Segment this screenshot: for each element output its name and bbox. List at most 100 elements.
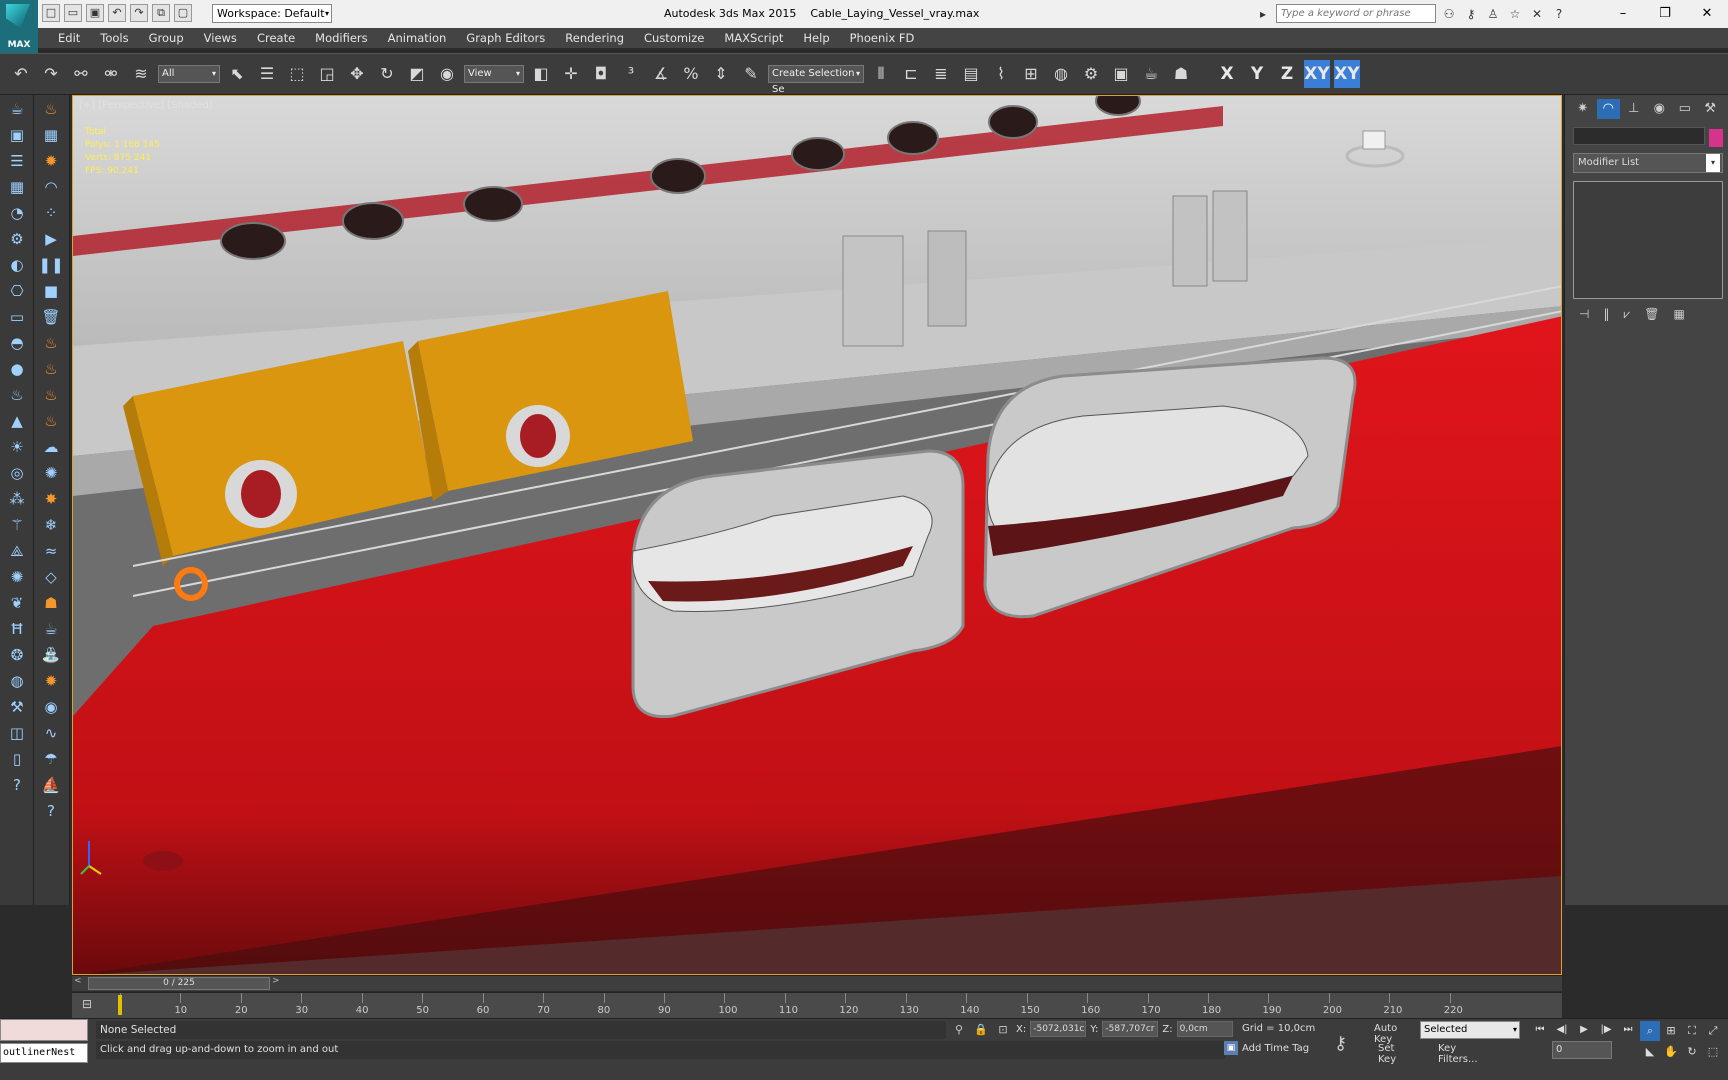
- hierarchy-tab-icon[interactable]: ⊥: [1622, 99, 1646, 119]
- cup-icon[interactable]: ☕: [37, 617, 65, 641]
- previous-frame-icon[interactable]: ◀|: [1552, 1021, 1572, 1039]
- screen-icon[interactable]: ◫: [3, 721, 31, 745]
- globe-icon[interactable]: ◍: [3, 669, 31, 693]
- fountain-icon[interactable]: ⛲: [37, 643, 65, 667]
- smoke-icon[interactable]: ☁: [37, 435, 65, 459]
- bind-spacewarp-icon[interactable]: ≋: [128, 59, 154, 89]
- remove-modifier-icon[interactable]: 🗑: [1644, 307, 1659, 322]
- track-bar-ruler[interactable]: 10 20 30 40 50 60 70 80 90 100 110 120 130 140 150 160 1…: [112, 993, 1512, 1019]
- axis-xy-cycle-button[interactable]: XY: [1334, 60, 1360, 88]
- key-filters-button[interactable]: Key Filters...: [1438, 1043, 1478, 1065]
- set-key-button[interactable]: Set Key: [1378, 1043, 1396, 1065]
- particles-icon[interactable]: ⁂: [3, 487, 31, 511]
- select-object-icon[interactable]: ⬉: [224, 59, 250, 89]
- menu-help[interactable]: Help: [793, 31, 839, 45]
- viewport-label[interactable]: [+] [Perspective] [Shaded]: [79, 100, 213, 111]
- beer-icon[interactable]: ☗: [37, 591, 65, 615]
- tools-icon[interactable]: ⚒: [3, 695, 31, 719]
- utilities-tab-icon[interactable]: ⚒: [1699, 99, 1723, 119]
- orbit-icon[interactable]: ↻: [1682, 1042, 1702, 1062]
- grid-icon[interactable]: ▦: [3, 175, 31, 199]
- workspace-dropdown[interactable]: Workspace: Default ▾: [212, 4, 332, 23]
- hf-icon[interactable]: Ħ: [3, 617, 31, 641]
- zoom-extents-all-icon[interactable]: ⤢: [1703, 1021, 1723, 1041]
- menu-rendering[interactable]: Rendering: [555, 31, 634, 45]
- list-icon[interactable]: ☰: [3, 149, 31, 173]
- snap-toggle-icon[interactable]: ³: [618, 59, 644, 89]
- redo-icon[interactable]: ↷: [38, 59, 64, 89]
- help-icon[interactable]: ?: [1550, 5, 1568, 23]
- modifier-stack[interactable]: [1573, 181, 1723, 299]
- place-icon[interactable]: ◉: [434, 59, 460, 89]
- keyboard-shortcut-icon[interactable]: ◘: [588, 59, 614, 89]
- monitor-icon[interactable]: ▭: [3, 305, 31, 329]
- zoom-icon[interactable]: ⌕: [1640, 1021, 1660, 1041]
- red-fire-icon[interactable]: ✹: [37, 669, 65, 693]
- make-unique-icon[interactable]: ⩗: [1623, 307, 1630, 322]
- rect-selection-icon[interactable]: ⬚: [284, 59, 310, 89]
- auto-key-button[interactable]: Auto Key: [1374, 1023, 1397, 1045]
- render-setup-icon[interactable]: ⚙: [1078, 59, 1104, 89]
- select-manipulate-icon[interactable]: ✛: [558, 59, 584, 89]
- axis-y-button[interactable]: Y: [1244, 60, 1270, 88]
- binoculars-icon[interactable]: ⚇: [1440, 5, 1458, 23]
- menu-phoenix-fd[interactable]: Phoenix FD: [840, 31, 925, 45]
- rotate-icon[interactable]: ↻: [374, 59, 400, 89]
- shading-icon[interactable]: ◐: [3, 253, 31, 277]
- configure-sets-icon[interactable]: ▦: [1673, 307, 1684, 322]
- trash-icon[interactable]: 🗑: [37, 305, 65, 329]
- gear-icon[interactable]: ⚙: [3, 227, 31, 251]
- fov-icon[interactable]: ◣: [1640, 1042, 1660, 1062]
- stop-icon[interactable]: ■: [37, 279, 65, 303]
- restore-icon[interactable]: ❐: [1644, 0, 1686, 28]
- flame-2-icon[interactable]: ♨: [37, 357, 65, 381]
- go-to-start-icon[interactable]: ⏮: [1530, 1021, 1550, 1039]
- material-editor-icon[interactable]: ◍: [1048, 59, 1074, 89]
- absolute-mode-icon[interactable]: ⊡: [994, 1023, 1012, 1036]
- drain-icon[interactable]: ◉: [37, 695, 65, 719]
- motion-tab-icon[interactable]: ◉: [1648, 99, 1672, 119]
- minimize-icon[interactable]: –: [1602, 0, 1644, 28]
- wave-icon[interactable]: ∿: [37, 721, 65, 745]
- menu-create[interactable]: Create: [247, 31, 305, 45]
- menu-edit[interactable]: Edit: [48, 31, 90, 45]
- current-frame-marker[interactable]: [118, 995, 122, 1015]
- disc-icon[interactable]: ◎: [3, 461, 31, 485]
- app-logo[interactable]: MAX: [0, 0, 38, 53]
- splash-icon[interactable]: ❄: [37, 513, 65, 537]
- add-time-tag[interactable]: ▣ Add Time Tag: [1224, 1041, 1309, 1055]
- wand-icon[interactable]: ⚚: [3, 513, 31, 537]
- object-color-swatch[interactable]: [1709, 129, 1723, 147]
- unlink-icon[interactable]: ⚮: [98, 59, 124, 89]
- project-folder-icon[interactable]: ⧉: [152, 4, 170, 22]
- menu-maxscript[interactable]: MAXScript: [714, 31, 793, 45]
- play-icon[interactable]: ▶: [37, 227, 65, 251]
- edit-named-selection-icon[interactable]: ✎: [738, 59, 764, 89]
- zoom-extents-icon[interactable]: ⛶: [1682, 1021, 1702, 1041]
- angle-snap-icon[interactable]: ∡: [648, 59, 674, 89]
- object-name-field[interactable]: [1573, 127, 1705, 145]
- sphere-icon[interactable]: ●: [3, 357, 31, 381]
- current-frame-field[interactable]: 0: [1552, 1041, 1612, 1059]
- key-search-icon[interactable]: ⚷: [1462, 5, 1480, 23]
- plant-icon[interactable]: ❦: [3, 591, 31, 615]
- menu-modifiers[interactable]: Modifiers: [305, 31, 378, 45]
- menu-animation[interactable]: Animation: [378, 31, 457, 45]
- reference-coordinate-dropdown[interactable]: View ▾: [464, 65, 524, 83]
- time-next-button[interactable]: >: [272, 976, 280, 986]
- maxscript-listener-input[interactable]: outlinerNest: [0, 1043, 88, 1063]
- flame-3-icon[interactable]: ♨: [37, 383, 65, 407]
- maximize-viewport-icon[interactable]: ⬚: [1703, 1042, 1723, 1062]
- close-icon[interactable]: ✕: [1686, 0, 1728, 28]
- track-bar[interactable]: ⊟ 10 20 30 40 50 60 70 80 90 100 110 120 130 140 150 16…: [72, 992, 1562, 1018]
- pin-stack-icon[interactable]: ⊣: [1579, 307, 1589, 322]
- menu-views[interactable]: Views: [194, 31, 247, 45]
- time-prev-button[interactable]: <: [74, 976, 84, 986]
- menu-tools[interactable]: Tools: [90, 31, 138, 45]
- pattern-icon[interactable]: ❂: [3, 643, 31, 667]
- teapot-icon[interactable]: ☕: [3, 97, 31, 121]
- glass-icon[interactable]: ◇: [37, 565, 65, 589]
- rain-icon[interactable]: ☂: [37, 747, 65, 771]
- key-icon[interactable]: ⚷: [1334, 1033, 1347, 1054]
- display-tab-icon[interactable]: ▭: [1673, 99, 1697, 119]
